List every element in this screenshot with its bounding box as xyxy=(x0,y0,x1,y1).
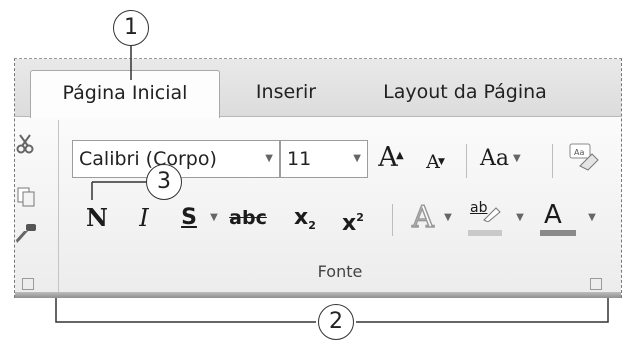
callout-lines xyxy=(55,44,609,323)
callout-2: 2 xyxy=(318,304,354,340)
callout-1: 1 xyxy=(113,10,149,46)
callout-3: 3 xyxy=(146,164,182,200)
